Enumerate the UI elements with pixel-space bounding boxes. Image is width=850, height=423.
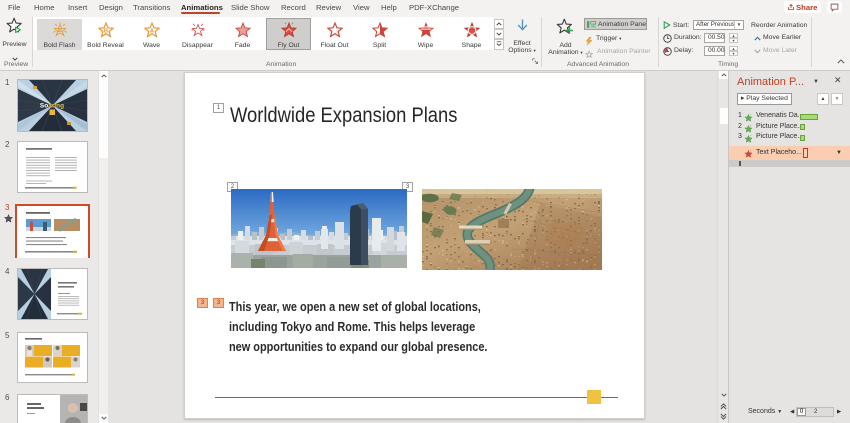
svg-text:B: B <box>103 29 107 35</box>
svg-text:A: A <box>149 29 154 35</box>
svg-text:B: B <box>57 28 61 34</box>
svg-text:Soaring: Soaring <box>40 103 64 110</box>
